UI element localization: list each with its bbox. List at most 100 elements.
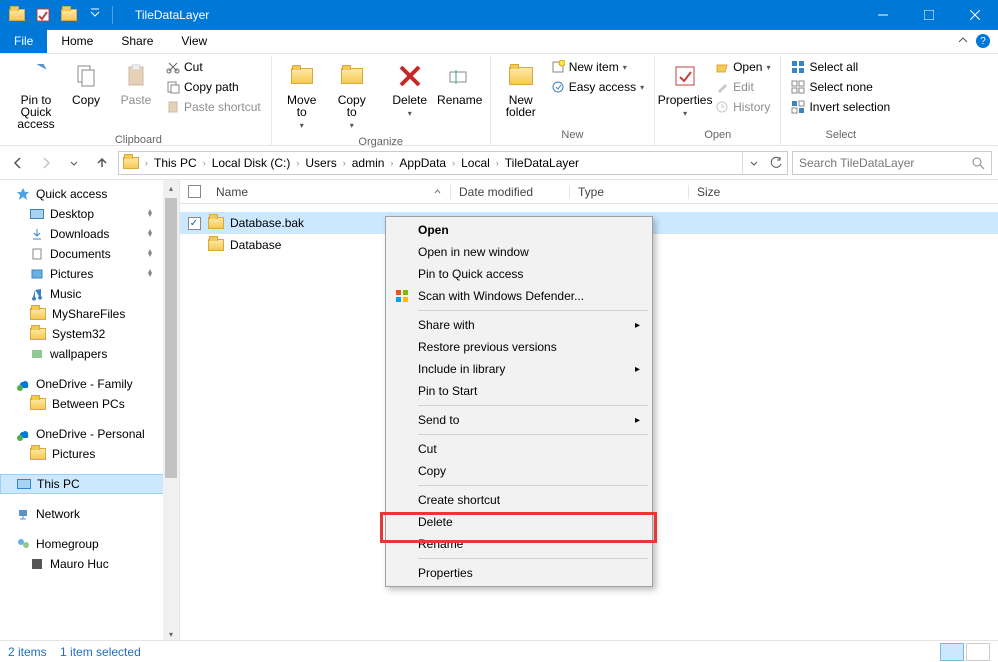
network-icon (16, 507, 30, 521)
group-select-label: Select (826, 127, 857, 145)
tab-share[interactable]: Share (107, 30, 167, 53)
selectall-icon (791, 60, 805, 74)
scroll-up-icon[interactable]: ▴ (163, 180, 179, 196)
view-details-button[interactable] (940, 643, 964, 661)
defender-icon (394, 288, 410, 304)
open-button[interactable]: Open ▾ (711, 58, 774, 76)
scroll-thumb[interactable] (165, 198, 177, 478)
up-button[interactable] (90, 151, 114, 175)
sidebar-item[interactable]: Pictures (0, 264, 179, 284)
breadcrumb-seg[interactable]: TileDataLayer (505, 156, 579, 170)
edit-button[interactable]: Edit (711, 78, 774, 96)
tab-file[interactable]: File (0, 30, 47, 53)
help-icon[interactable]: ? (976, 34, 990, 48)
sidebar-onedrive-family[interactable]: OneDrive - Family (0, 374, 179, 394)
sidebar-item[interactable]: System32 (0, 324, 179, 344)
maximize-button[interactable] (906, 0, 952, 30)
selectall-checkbox[interactable] (188, 185, 201, 198)
qat-folder-icon[interactable] (6, 4, 28, 26)
col-type[interactable]: Type (570, 185, 688, 199)
paste-button[interactable]: Paste (112, 58, 160, 108)
qat-dropdown-icon[interactable] (84, 4, 106, 26)
row-checkbox[interactable]: ✓ (188, 217, 201, 230)
tab-view[interactable]: View (167, 30, 221, 53)
breadcrumb-seg[interactable]: Users (305, 156, 336, 170)
sidebar-onedrive-personal[interactable]: OneDrive - Personal (0, 424, 179, 444)
breadcrumb-seg[interactable]: AppData (399, 156, 446, 170)
newitem-button[interactable]: New item ▾ (547, 58, 648, 76)
pasteshort-button[interactable]: Paste shortcut (162, 98, 265, 116)
tab-home[interactable]: Home (47, 30, 107, 53)
history-button[interactable]: History (711, 98, 774, 116)
easyaccess-button[interactable]: Easy access ▾ (547, 78, 648, 96)
chevron-right-icon[interactable]: › (141, 158, 152, 168)
sidebar-network[interactable]: Network (0, 504, 179, 524)
forward-button[interactable] (34, 151, 58, 175)
breadcrumb-seg[interactable]: admin (352, 156, 385, 170)
cm-cut[interactable]: Cut (388, 438, 650, 460)
search-input[interactable]: Search TileDataLayer (792, 151, 992, 175)
cm-delete[interactable]: Delete (388, 511, 650, 533)
breadcrumb-seg[interactable]: This PC (154, 156, 197, 170)
copyto-button[interactable]: Copy to▾ (328, 58, 376, 134)
pin-quickaccess-button[interactable]: Pin to Quick access (12, 58, 60, 132)
copy-button[interactable]: Copy (62, 58, 110, 108)
refresh-icon[interactable] (765, 152, 787, 174)
rename-button[interactable]: Rename (436, 58, 484, 108)
view-icons-button[interactable] (966, 643, 990, 661)
addr-dropdown-icon[interactable] (743, 152, 765, 174)
cm-shortcut[interactable]: Create shortcut (388, 489, 650, 511)
cm-restore[interactable]: Restore previous versions (388, 336, 650, 358)
sidebar-item[interactable]: Between PCs (0, 394, 179, 414)
selectall-button[interactable]: Select all (787, 58, 894, 76)
cm-openwin[interactable]: Open in new window (388, 241, 650, 263)
cm-include[interactable]: Include in library▸ (388, 358, 650, 380)
sidebar-item[interactable]: MyShareFiles (0, 304, 179, 324)
cm-sendto[interactable]: Send to▸ (388, 409, 650, 431)
delete-button[interactable]: Delete▾ (386, 58, 434, 122)
cm-pinq[interactable]: Pin to Quick access (388, 263, 650, 285)
newfolder-button[interactable]: New folder (497, 58, 545, 120)
copypath-button[interactable]: Copy path (162, 78, 265, 96)
cm-defender[interactable]: Scan with Windows Defender... (388, 285, 650, 307)
cm-rename[interactable]: Rename (388, 533, 650, 555)
close-button[interactable] (952, 0, 998, 30)
cm-pinstart[interactable]: Pin to Start (388, 380, 650, 402)
back-button[interactable] (6, 151, 30, 175)
ribbon-collapse-icon[interactable] (958, 34, 968, 48)
sidebar-quickaccess[interactable]: Quick access (0, 184, 179, 204)
breadcrumb-seg[interactable]: Local Disk (C:) (212, 156, 291, 170)
cut-button[interactable]: Cut (162, 58, 265, 76)
col-date[interactable]: Date modified (451, 185, 569, 199)
sidebar-scrollbar[interactable]: ▴ ▾ (163, 180, 179, 642)
sidebar-item[interactable]: Downloads (0, 224, 179, 244)
invertsel-button[interactable]: Invert selection (787, 98, 894, 116)
sidebar-homegroup[interactable]: Homegroup (0, 534, 179, 554)
group-new-label: New (561, 127, 583, 145)
minimize-button[interactable] (860, 0, 906, 30)
sidebar-item[interactable]: Documents (0, 244, 179, 264)
cm-open[interactable]: Open (388, 219, 650, 241)
qat-newfolder-icon[interactable] (58, 4, 80, 26)
col-size[interactable]: Size (689, 185, 769, 199)
moveto-button[interactable]: Move to▾ (278, 58, 326, 134)
cm-copy[interactable]: Copy (388, 460, 650, 482)
qat-properties-icon[interactable] (32, 4, 54, 26)
wallpaper-icon (30, 347, 44, 361)
search-placeholder: Search TileDataLayer (799, 156, 914, 170)
properties-button[interactable]: Properties▾ (661, 58, 709, 122)
sidebar-item[interactable]: Desktop (0, 204, 179, 224)
breadcrumb-seg[interactable]: Local (461, 156, 490, 170)
sidebar-item[interactable]: Pictures (0, 444, 179, 464)
cm-share[interactable]: Share with▸ (388, 314, 650, 336)
cm-props[interactable]: Properties (388, 562, 650, 584)
sidebar-item[interactable]: wallpapers (0, 344, 179, 364)
sidebar-item[interactable]: Music (0, 284, 179, 304)
titlebar: TileDataLayer (0, 0, 998, 30)
col-name[interactable]: Name (208, 185, 450, 199)
sidebar-item[interactable]: Mauro Huc (0, 554, 179, 574)
selectnone-button[interactable]: Select none (787, 78, 894, 96)
recent-dropdown[interactable] (62, 151, 86, 175)
sidebar-thispc[interactable]: This PC (0, 474, 179, 494)
address-bar[interactable]: › This PC› Local Disk (C:)› Users› admin… (118, 151, 788, 175)
